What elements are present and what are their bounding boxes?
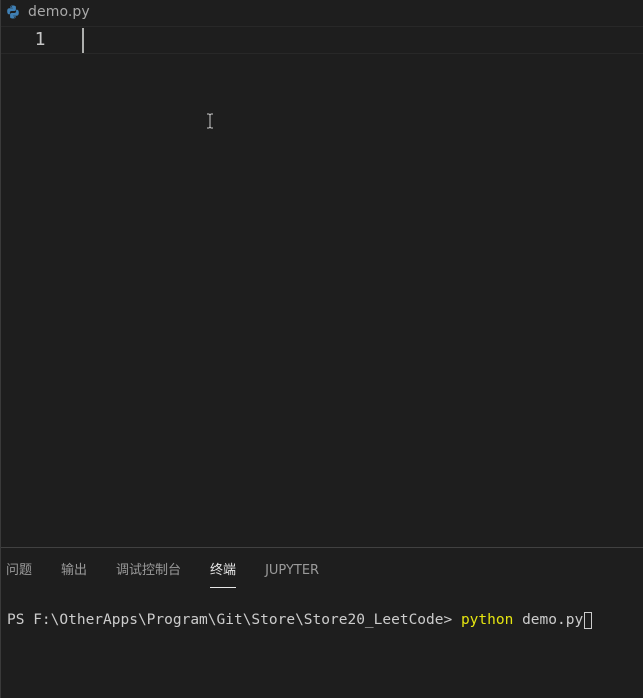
terminal-line[interactable]: PS F:\OtherApps\Program\Git\Store\Store2…: [7, 609, 593, 631]
tab-terminal[interactable]: 终端: [210, 548, 237, 588]
terminal-args: demo.py: [513, 612, 584, 628]
code-editor[interactable]: 1: [1, 24, 643, 547]
tab-debug-console[interactable]: 调试控制台: [116, 548, 181, 588]
breadcrumb: demo.py: [1, 0, 643, 24]
breadcrumb-file-name[interactable]: demo.py: [28, 4, 90, 20]
line-number: 1: [34, 29, 46, 50]
tab-problems[interactable]: 问题: [6, 548, 32, 588]
current-line-highlight: [1, 26, 643, 54]
ibeam-cursor-icon: [205, 113, 215, 129]
vscode-window: demo.py 1 问题 输出 调试控制台 终端 JUPYTER PS F:\O…: [0, 0, 643, 698]
tab-output[interactable]: 输出: [61, 548, 87, 588]
text-cursor: [82, 28, 84, 53]
terminal-command: python: [460, 612, 514, 628]
bottom-panel: 问题 输出 调试控制台 终端 JUPYTER PS F:\OtherApps\P…: [1, 547, 643, 698]
terminal-prompt: PS F:\OtherApps\Program\Git\Store\Store2…: [7, 612, 461, 628]
python-icon: [5, 4, 21, 20]
terminal-cursor: [584, 611, 593, 629]
tab-jupyter[interactable]: JUPYTER: [265, 548, 319, 588]
panel-tabs: 问题 输出 调试控制台 终端 JUPYTER: [1, 548, 348, 588]
